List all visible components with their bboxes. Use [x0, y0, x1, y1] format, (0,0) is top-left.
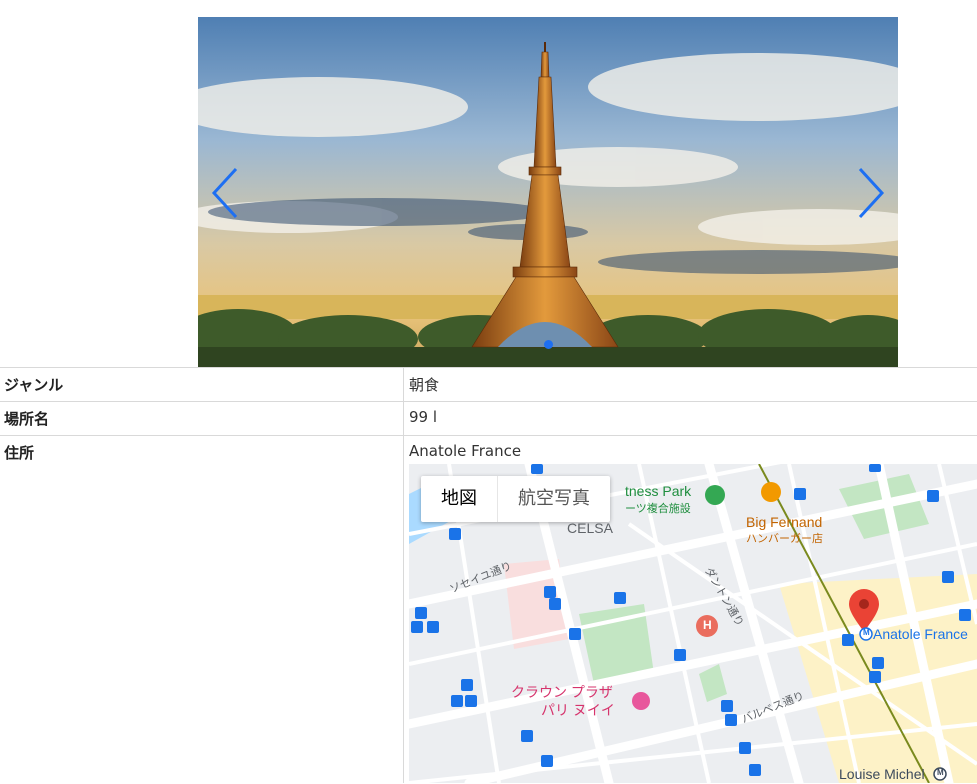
map-label-louise-michel[interactable]: Louise Michel [839, 766, 925, 782]
metro-icon: M [863, 628, 870, 637]
row-value: 99 l [409, 408, 438, 426]
map-label-fitness[interactable]: tness Park [625, 483, 691, 499]
carousel-indicators [198, 340, 898, 349]
image-carousel[interactable] [198, 17, 898, 367]
chevron-left-icon [211, 167, 238, 219]
map-type-toggle: 地図 航空写真 [421, 476, 610, 522]
row-value: Anatole France [409, 442, 522, 460]
eiffel-tower-photo [198, 17, 898, 367]
map-label-celsa[interactable]: CELSA [567, 520, 613, 536]
metro-icon: M [937, 768, 944, 777]
google-map[interactable]: 地図 航空写真 tness Park ーツ複合施設 CELSA Big Fern… [409, 464, 977, 783]
chevron-right-icon [858, 167, 885, 219]
row-label: 場所名 [4, 410, 50, 428]
map-view-button[interactable]: 地図 [421, 476, 497, 522]
carousel-next-button[interactable] [850, 165, 890, 221]
carousel-prev-button[interactable] [206, 165, 246, 221]
row-label: 住所 [4, 444, 35, 462]
row-label: ジャンル [4, 376, 64, 394]
map-label-big-fernand[interactable]: Big Fernand [746, 514, 822, 530]
row-value: 朝食 [409, 376, 440, 394]
hospital-icon[interactable]: H [703, 618, 712, 632]
satellite-view-button[interactable]: 航空写真 [497, 476, 610, 522]
map-label-crown-plaza[interactable]: クラウン プラザ [511, 682, 613, 702]
map-label-crown-plaza-2: パリ ヌイイ [541, 702, 615, 718]
table-row-place-name: 場所名 99 l [0, 401, 977, 436]
map-label-big-fernand-sub: ハンバーガー店 [746, 533, 823, 545]
map-label-fitness-sub: ーツ複合施設 [625, 503, 691, 515]
table-row-genre: ジャンル 朝食 [0, 367, 977, 402]
carousel-dot-active[interactable] [543, 340, 553, 349]
map-label-anatole-france[interactable]: Anatole France [873, 626, 968, 642]
